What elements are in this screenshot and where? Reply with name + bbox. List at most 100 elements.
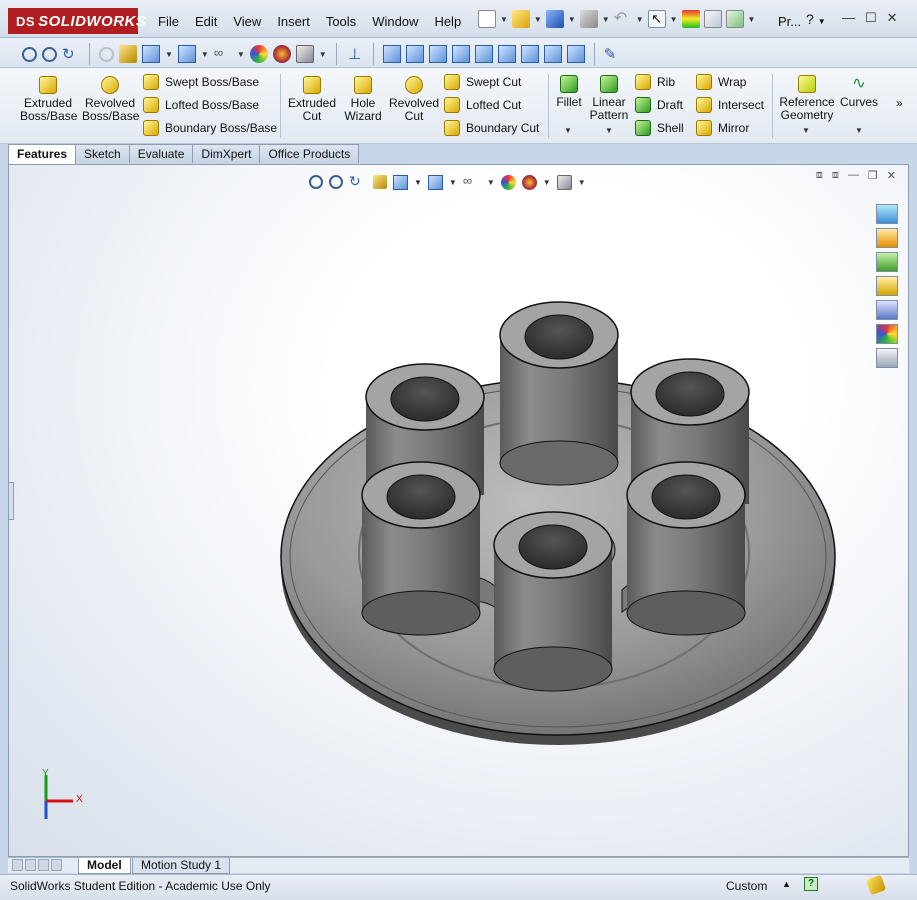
graphics-area[interactable]: ⧈ ⧈ — ❐ ✕ ↻ ▼ ▼ ∞ ▼ ▼ ▼ Y X — [8, 164, 909, 857]
isometric-view-icon[interactable] — [520, 45, 539, 63]
open-folder-icon[interactable] — [511, 10, 530, 28]
design-library-icon[interactable] — [876, 252, 898, 272]
trimetric-view-icon[interactable] — [543, 45, 562, 63]
left-view-icon[interactable] — [428, 45, 447, 63]
help-icon[interactable]: ? — [804, 877, 818, 891]
zoom-to-area-icon[interactable] — [42, 46, 57, 62]
tab-dimxpert[interactable]: DimXpert — [192, 144, 261, 163]
solidworks-logo[interactable]: DS SOLIDWORKS — [8, 8, 146, 34]
tab-office-products[interactable]: Office Products — [259, 144, 360, 163]
previous-view-icon[interactable] — [99, 46, 114, 62]
chevron-down-icon[interactable]: ▼ — [670, 15, 678, 24]
tab-features[interactable]: Features — [8, 144, 77, 164]
zoom-to-fit-icon[interactable] — [22, 46, 37, 62]
draft-button[interactable]: Draft — [635, 97, 683, 113]
reference-geometry-button[interactable]: Reference Geometry — [778, 75, 836, 122]
hole-wizard-button[interactable]: Hole Wizard — [342, 76, 384, 123]
menu-tools[interactable]: Tools — [318, 14, 364, 29]
view-orientation-icon[interactable] — [142, 45, 160, 63]
unit-system-selector[interactable]: Custom — [726, 879, 767, 893]
chevron-down-icon[interactable]: ▼ — [748, 15, 756, 24]
feature-manager-expand-handle[interactable] — [8, 482, 14, 520]
lofted-boss-button[interactable]: Lofted Boss/Base — [143, 97, 259, 113]
reference-geometry-dropdown-icon[interactable]: ▼ — [802, 126, 810, 135]
first-tab-arrow-icon[interactable] — [12, 859, 23, 871]
rebuild-status-icon[interactable] — [865, 874, 887, 896]
solidworks-resources-icon[interactable] — [876, 204, 898, 224]
help-question-icon[interactable]: ? ▼ — [806, 11, 826, 27]
prev-tab-arrow-icon[interactable] — [25, 859, 36, 871]
chevron-up-icon[interactable]: ▲ — [782, 879, 791, 889]
fillet-dropdown-icon[interactable]: ▼ — [564, 126, 572, 135]
front-view-icon[interactable] — [382, 45, 401, 63]
rib-button[interactable]: Rib — [635, 74, 675, 90]
menu-edit[interactable]: Edit — [187, 14, 225, 29]
undo-icon[interactable]: ↶ — [614, 10, 632, 28]
view-settings-icon[interactable] — [295, 45, 314, 63]
shell-button[interactable]: Shell — [635, 120, 684, 136]
chevron-down-icon[interactable]: ▼ — [534, 15, 542, 24]
swept-boss-button[interactable]: Swept Boss/Base — [143, 74, 259, 90]
back-view-icon[interactable] — [405, 45, 424, 63]
revolved-cut-button[interactable]: Revolved Cut — [388, 76, 440, 123]
next-tab-arrow-icon[interactable] — [38, 859, 49, 871]
custom-properties-icon[interactable] — [876, 348, 898, 368]
minimize-icon[interactable]: — — [842, 10, 855, 26]
curves-dropdown-icon[interactable]: ▼ — [855, 126, 863, 135]
measure-icon[interactable]: ✎ — [604, 45, 622, 63]
display-style-icon[interactable] — [177, 45, 196, 63]
menu-insert[interactable]: Insert — [269, 14, 318, 29]
chevron-down-icon[interactable]: ▼ — [201, 50, 209, 59]
lofted-cut-button[interactable]: Lofted Cut — [444, 97, 521, 113]
extruded-boss-button[interactable]: Extruded Boss/Base — [20, 76, 77, 123]
save-icon[interactable] — [545, 10, 564, 28]
home-icon[interactable] — [876, 228, 898, 248]
last-tab-arrow-icon[interactable] — [51, 859, 62, 871]
rotate-view-icon[interactable]: ↻ — [62, 45, 80, 63]
top-view-icon[interactable] — [474, 45, 493, 63]
swept-cut-button[interactable]: Swept Cut — [444, 74, 521, 90]
intersect-button[interactable]: Intersect — [696, 97, 764, 113]
chevron-down-icon[interactable]: ▼ — [237, 50, 245, 59]
view-palette-icon[interactable] — [876, 300, 898, 320]
tab-evaluate[interactable]: Evaluate — [128, 144, 194, 163]
maximize-icon[interactable]: ☐ — [865, 10, 877, 26]
select-pointer-icon[interactable]: ↖ — [647, 10, 666, 28]
file-properties-icon[interactable] — [703, 10, 722, 28]
boundary-boss-button[interactable]: Boundary Boss/Base — [143, 120, 277, 136]
curves-button[interactable]: ∿ Curves — [840, 75, 878, 109]
extruded-cut-button[interactable]: Extruded Cut — [286, 76, 338, 123]
options-icon[interactable] — [725, 10, 744, 28]
linear-pattern-dropdown-icon[interactable]: ▼ — [605, 126, 613, 135]
part-model-view[interactable] — [9, 165, 910, 858]
linear-pattern-button[interactable]: Linear Pattern — [588, 75, 630, 122]
more-commands-chevron-icon[interactable]: » — [896, 96, 903, 110]
mirror-button[interactable]: Mirror — [696, 120, 749, 136]
hide-show-items-icon[interactable]: ∞ — [214, 45, 232, 63]
chevron-down-icon[interactable]: ▼ — [568, 15, 576, 24]
menu-file[interactable]: File — [150, 14, 187, 29]
menu-help[interactable]: Help — [426, 14, 469, 29]
edit-appearance-icon[interactable] — [249, 45, 268, 63]
menu-view[interactable]: View — [225, 14, 269, 29]
rebuild-traffic-light-icon[interactable] — [681, 10, 700, 28]
right-view-icon[interactable] — [451, 45, 470, 63]
bottom-view-icon[interactable] — [497, 45, 516, 63]
fillet-button[interactable]: Fillet — [554, 75, 584, 109]
boundary-cut-button[interactable]: Boundary Cut — [444, 120, 539, 136]
tab-model[interactable]: Model — [78, 858, 131, 874]
dimetric-view-icon[interactable] — [566, 45, 585, 63]
section-view-icon[interactable] — [119, 45, 137, 63]
print-icon[interactable] — [579, 10, 598, 28]
chevron-down-icon[interactable]: ▼ — [319, 50, 327, 59]
search-commands-label[interactable]: Pr... — [778, 14, 801, 29]
chevron-down-icon[interactable]: ▼ — [636, 15, 644, 24]
appearances-icon[interactable] — [876, 324, 898, 344]
tab-motion-study-1[interactable]: Motion Study 1 — [132, 858, 231, 874]
normal-to-icon[interactable]: ⊥ — [346, 45, 364, 63]
file-explorer-icon[interactable] — [876, 276, 898, 296]
revolved-boss-button[interactable]: Revolved Boss/Base — [82, 76, 139, 123]
chevron-down-icon[interactable]: ▼ — [500, 15, 508, 24]
tab-sketch[interactable]: Sketch — [75, 144, 130, 163]
menu-window[interactable]: Window — [364, 14, 426, 29]
